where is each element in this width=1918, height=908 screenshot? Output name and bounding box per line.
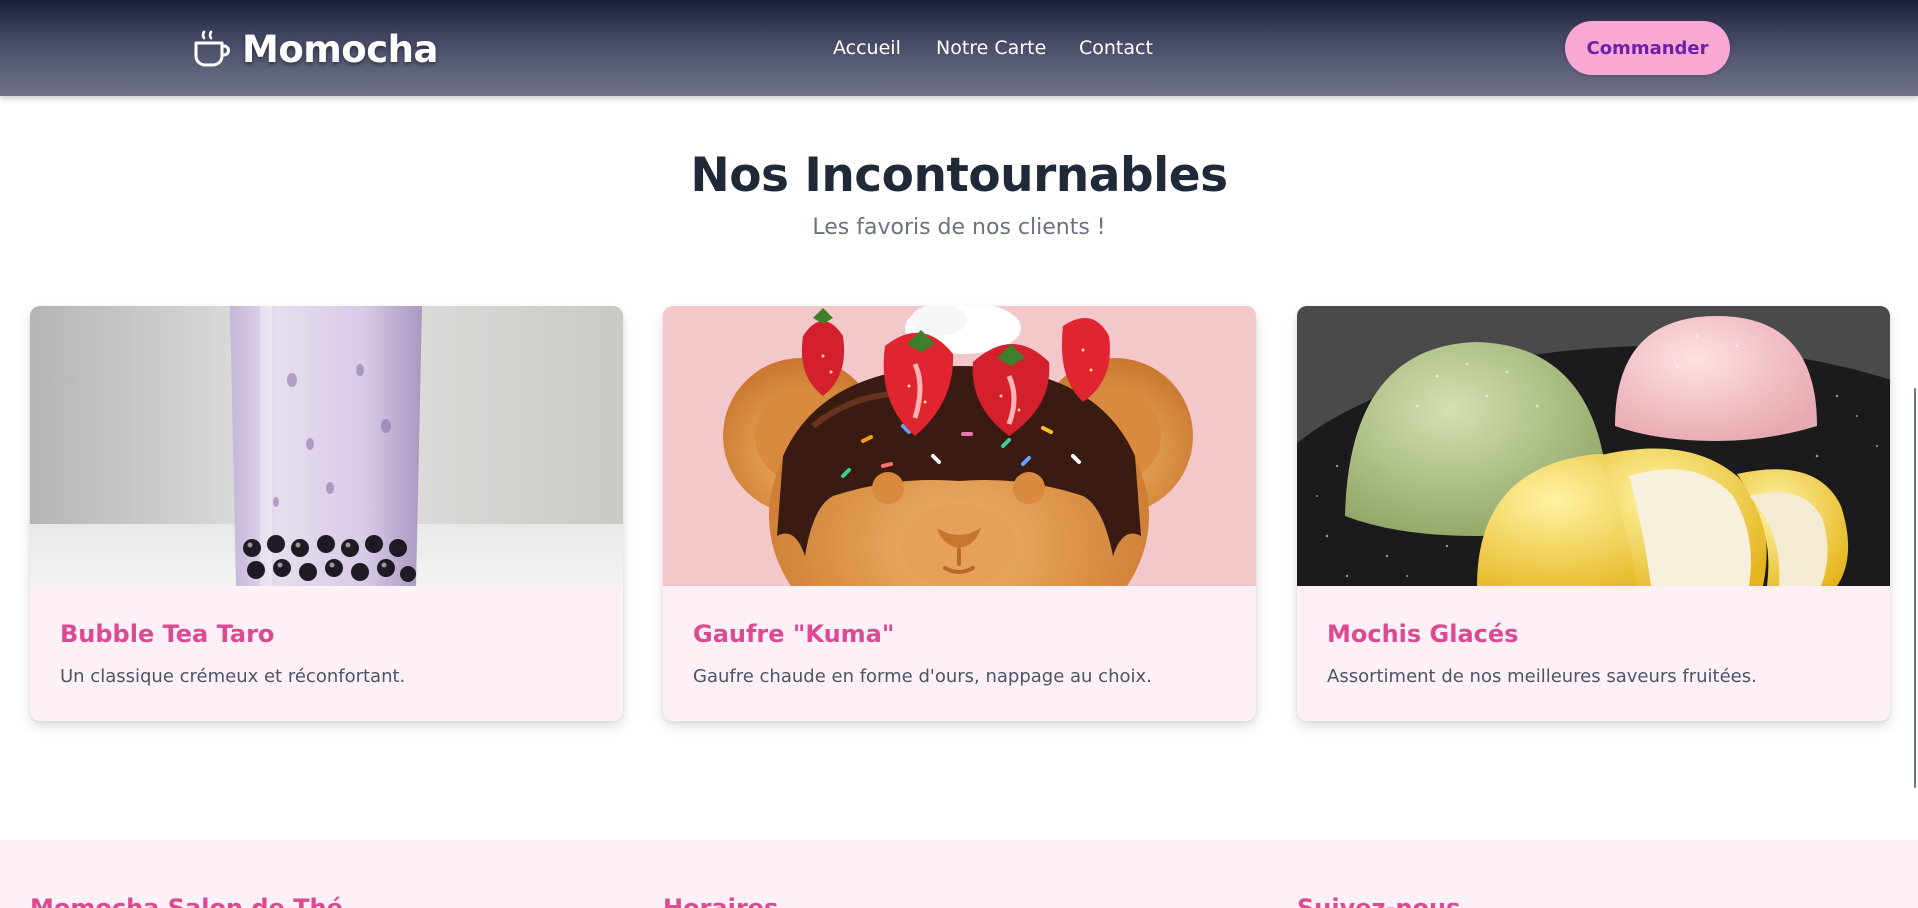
- card-description: Un classique crémeux et réconfortant.: [60, 666, 406, 687]
- nav-link-accueil[interactable]: Accueil: [833, 37, 901, 59]
- gaufre-kuma-image: [663, 306, 1256, 586]
- bubble-tea-image: [30, 306, 623, 586]
- footer-heading-horaires: Horaires: [663, 894, 779, 908]
- section-title: Nos Incontournables: [690, 148, 1228, 203]
- product-card-bubble-tea[interactable]: Bubble Tea Taro Un classique crémeux et …: [30, 306, 623, 721]
- footer-heading-suivez-nous: Suivez-nous: [1297, 894, 1461, 908]
- card-title: Gaufre "Kuma": [693, 620, 895, 648]
- card-title: Mochis Glacés: [1327, 620, 1519, 648]
- footer-heading-salon: Momocha Salon de Thé: [30, 894, 343, 908]
- card-title: Bubble Tea Taro: [60, 620, 275, 648]
- commander-button[interactable]: Commander: [1565, 21, 1730, 75]
- site-footer: Momocha Salon de Thé Horaires Suivez-nou…: [0, 840, 1918, 908]
- card-description: Assortiment de nos meilleures saveurs fr…: [1327, 666, 1757, 687]
- coffee-cup-icon: [192, 29, 230, 69]
- mochis-image: [1297, 306, 1890, 586]
- nav-link-notre-carte[interactable]: Notre Carte: [936, 37, 1046, 59]
- site-header: Momocha Accueil Notre Carte Contact Comm…: [0, 0, 1918, 96]
- product-card-mochis[interactable]: Mochis Glacés Assortiment de nos meilleu…: [1297, 306, 1890, 721]
- product-card-gaufre-kuma[interactable]: Gaufre "Kuma" Gaufre chaude en forme d'o…: [663, 306, 1256, 721]
- brand-logo[interactable]: Momocha: [192, 24, 438, 74]
- nav-link-contact[interactable]: Contact: [1079, 37, 1153, 59]
- brand-name: Momocha: [242, 27, 438, 71]
- scrollbar-thumb[interactable]: [1914, 388, 1916, 788]
- section-subtitle: Les favoris de nos clients !: [812, 215, 1106, 240]
- card-description: Gaufre chaude en forme d'ours, nappage a…: [693, 666, 1152, 687]
